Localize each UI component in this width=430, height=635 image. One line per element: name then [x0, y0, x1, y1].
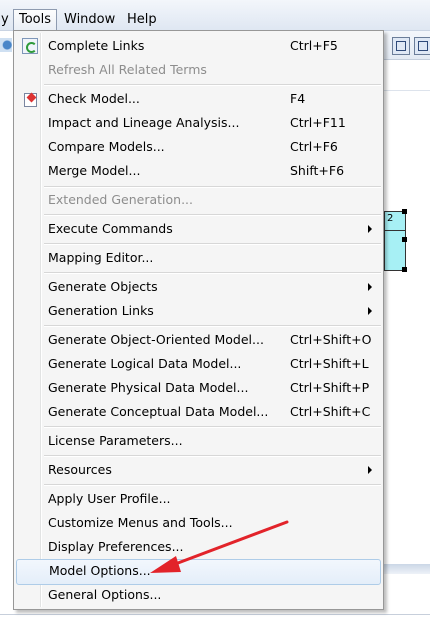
- menu-item-shortcut: Ctrl+Shift+C: [290, 404, 371, 419]
- menu-item-apply-user-profile[interactable]: Apply User Profile...: [16, 487, 381, 511]
- menu-item-label: Execute Commands: [48, 221, 173, 236]
- check-model-icon: [22, 91, 38, 107]
- menu-item-license-parameters[interactable]: License Parameters...: [16, 429, 381, 453]
- menu-item-generate-oom[interactable]: Generate Object-Oriented Model... Ctrl+S…: [16, 328, 381, 352]
- toolbar-partial-icon[interactable]: [0, 38, 12, 52]
- toolbar-layout-icon[interactable]: [414, 37, 430, 55]
- menu-item-generate-cdm[interactable]: Generate Conceptual Data Model... Ctrl+S…: [16, 400, 381, 424]
- menu-item-label: Refresh All Related Terms: [48, 62, 207, 77]
- menu-item-shortcut: Ctrl+F6: [290, 139, 338, 154]
- menu-separator: [44, 325, 381, 327]
- menu-item-label: Compare Models...: [48, 139, 165, 154]
- menu-item-label: Generate Objects: [48, 279, 158, 294]
- menu-item-shortcut: Ctrl+Shift+O: [290, 332, 372, 347]
- canvas-divider: [384, 90, 430, 91]
- menu-item-label: Display Preferences...: [48, 539, 184, 554]
- menu-item-label: Complete Links: [48, 38, 145, 53]
- menu-separator: [44, 84, 381, 86]
- menu-separator: [44, 272, 381, 274]
- selection-handle[interactable]: [402, 209, 407, 214]
- selection-handle[interactable]: [402, 267, 407, 272]
- menu-help[interactable]: Help: [122, 10, 162, 30]
- menu-item-shortcut: Ctrl+F5: [290, 38, 338, 53]
- menu-item-label: General Options...: [48, 587, 162, 602]
- menu-separator: [44, 186, 381, 188]
- canvas-bottom: [0, 612, 430, 635]
- menu-item-generate-pdm[interactable]: Generate Physical Data Model... Ctrl+Shi…: [16, 376, 381, 400]
- menu-bar: y Tools Window Help: [0, 0, 430, 31]
- menu-item-general-options[interactable]: General Options...: [16, 583, 381, 607]
- menu-separator: [44, 455, 381, 457]
- menu-item-model-options[interactable]: Model Options...: [16, 559, 381, 585]
- menu-item-impact-lineage[interactable]: Impact and Lineage Analysis... Ctrl+F11: [16, 111, 381, 135]
- submenu-arrow-icon: [368, 466, 372, 474]
- menu-item-label: Model Options...: [49, 563, 151, 578]
- menu-item-generate-objects[interactable]: Generate Objects: [16, 275, 381, 299]
- menu-item-execute-commands[interactable]: Execute Commands: [16, 217, 381, 241]
- menu-item-resources[interactable]: Resources: [16, 458, 381, 482]
- menu-view[interactable]: y: [0, 10, 14, 30]
- menu-separator: [44, 243, 381, 245]
- menu-item-customize-menus[interactable]: Customize Menus and Tools...: [16, 511, 381, 535]
- menu-item-label: Impact and Lineage Analysis...: [48, 115, 240, 130]
- menu-item-label: Apply User Profile...: [48, 491, 171, 506]
- menu-item-complete-links[interactable]: Complete Links Ctrl+F5: [16, 34, 381, 58]
- menu-item-shortcut: Ctrl+Shift+P: [290, 380, 370, 395]
- menu-item-label: Customize Menus and Tools...: [48, 515, 233, 530]
- menu-item-label: Generation Links: [48, 303, 154, 318]
- menu-item-label: Generate Conceptual Data Model...: [48, 404, 269, 419]
- menu-item-label: Extended Generation...: [48, 192, 193, 207]
- canvas-left-edge: [0, 60, 14, 615]
- entity-label: 2: [387, 213, 394, 224]
- menu-item-display-preferences[interactable]: Display Preferences...: [16, 535, 381, 559]
- menu-item-compare-models[interactable]: Compare Models... Ctrl+F6: [16, 135, 381, 159]
- menu-item-shortcut: Ctrl+Shift+L: [290, 356, 369, 371]
- menu-item-generate-ldm[interactable]: Generate Logical Data Model... Ctrl+Shif…: [16, 352, 381, 376]
- menu-tools[interactable]: Tools: [13, 9, 58, 31]
- toolbar-window-icon[interactable]: [392, 37, 410, 55]
- entity-divider: [385, 230, 405, 231]
- menu-item-shortcut: Ctrl+F11: [290, 115, 346, 130]
- menu-separator: [44, 484, 381, 486]
- menu-item-label: Resources: [48, 462, 112, 477]
- menu-item-extended-generation[interactable]: Extended Generation...: [16, 188, 381, 212]
- selection-handle[interactable]: [402, 237, 407, 242]
- menu-item-label: Generate Object-Oriented Model...: [48, 332, 264, 347]
- menu-item-refresh-related-terms[interactable]: Refresh All Related Terms: [16, 58, 381, 82]
- submenu-arrow-icon: [368, 225, 372, 233]
- menu-item-merge-model[interactable]: Merge Model... Shift+F6: [16, 159, 381, 183]
- menu-window[interactable]: Window: [59, 10, 120, 30]
- canvas-scroll-band: [384, 564, 430, 574]
- menu-separator: [44, 426, 381, 428]
- menu-item-mapping-editor[interactable]: Mapping Editor...: [16, 246, 381, 270]
- submenu-arrow-icon: [368, 307, 372, 315]
- menu-item-label: License Parameters...: [48, 433, 183, 448]
- menu-item-label: Merge Model...: [48, 163, 141, 178]
- menu-item-label: Generate Physical Data Model...: [48, 380, 249, 395]
- menu-item-shortcut: F4: [290, 91, 306, 106]
- menu-separator: [44, 214, 381, 216]
- canvas-bottom-line: [0, 614, 430, 615]
- menu-item-label: Check Model...: [48, 91, 140, 106]
- menu-item-label: Mapping Editor...: [48, 250, 154, 265]
- menu-item-shortcut: Shift+F6: [290, 163, 345, 178]
- refresh-icon: [22, 38, 38, 54]
- menu-item-label: Generate Logical Data Model...: [48, 356, 242, 371]
- submenu-arrow-icon: [368, 283, 372, 291]
- tools-dropdown-menu: Complete Links Ctrl+F5 Refresh All Relat…: [13, 30, 384, 610]
- menu-item-generation-links[interactable]: Generation Links: [16, 299, 381, 323]
- menu-item-check-model[interactable]: Check Model... F4: [16, 87, 381, 111]
- toolbar-strip: [384, 31, 430, 60]
